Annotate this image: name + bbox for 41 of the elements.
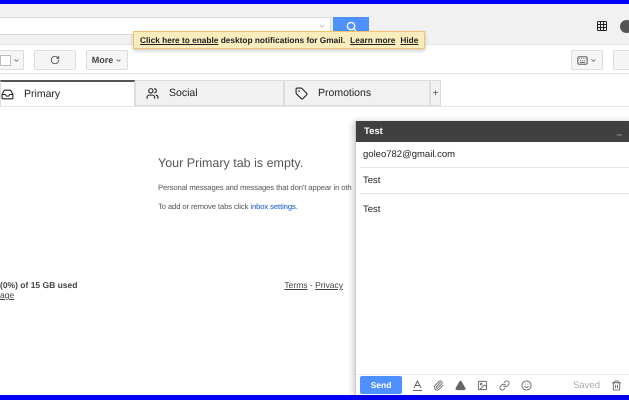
add-tab-button[interactable]: + (430, 80, 441, 106)
people-icon (146, 86, 159, 100)
empty-title: Your Primary tab is empty. (158, 156, 304, 170)
refresh-button[interactable] (34, 50, 76, 70)
drive-icon[interactable] (455, 380, 466, 390)
formatting-icon[interactable] (413, 380, 422, 390)
inbox-tab[interactable]: Social (135, 80, 284, 106)
message-body[interactable]: Test (356, 194, 629, 374)
keyboard-icon (577, 54, 588, 66)
enable-notifications-link[interactable]: Click here to enable (140, 35, 218, 45)
hide-link[interactable]: Hide (400, 35, 418, 45)
trash-icon[interactable] (611, 380, 622, 390)
compose-title: Test (364, 126, 383, 137)
minimize-button[interactable]: _ (616, 126, 622, 137)
inbox-tab[interactable]: Primary (0, 80, 135, 106)
checkbox[interactable] (0, 54, 11, 66)
save-status: Saved (573, 380, 600, 390)
manage-link[interactable]: age (0, 290, 78, 300)
tag-icon (295, 86, 308, 100)
caret-icon (115, 56, 122, 64)
learn-more-link[interactable]: Learn more (350, 35, 396, 45)
footer-links: Terms - Privacy (284, 280, 343, 292)
storage-usage: (0%) of 15 GB used (0, 280, 78, 290)
subject-field[interactable]: Test (360, 168, 629, 194)
refresh-icon (50, 55, 60, 65)
more-button[interactable]: More (86, 50, 128, 70)
search-icon (346, 20, 356, 32)
caret-icon (590, 56, 597, 64)
terms-link[interactable]: Terms (284, 280, 308, 290)
privacy-link[interactable]: Privacy (315, 280, 343, 290)
emoji-icon[interactable] (521, 380, 532, 390)
apps-icon[interactable] (596, 20, 608, 32)
inbox-tab[interactable]: Promotions (284, 80, 430, 106)
inbox-icon (1, 88, 14, 100)
photo-icon[interactable] (477, 380, 488, 390)
attach-icon[interactable] (433, 380, 444, 390)
caret-icon (13, 56, 20, 64)
link-icon[interactable] (499, 380, 510, 390)
recipient-field[interactable]: goleo782@gmail.com (360, 142, 629, 168)
notification-text: Click here to enable desktop notifications for Gmail. (140, 35, 346, 45)
keyboard-button[interactable] (571, 50, 603, 70)
